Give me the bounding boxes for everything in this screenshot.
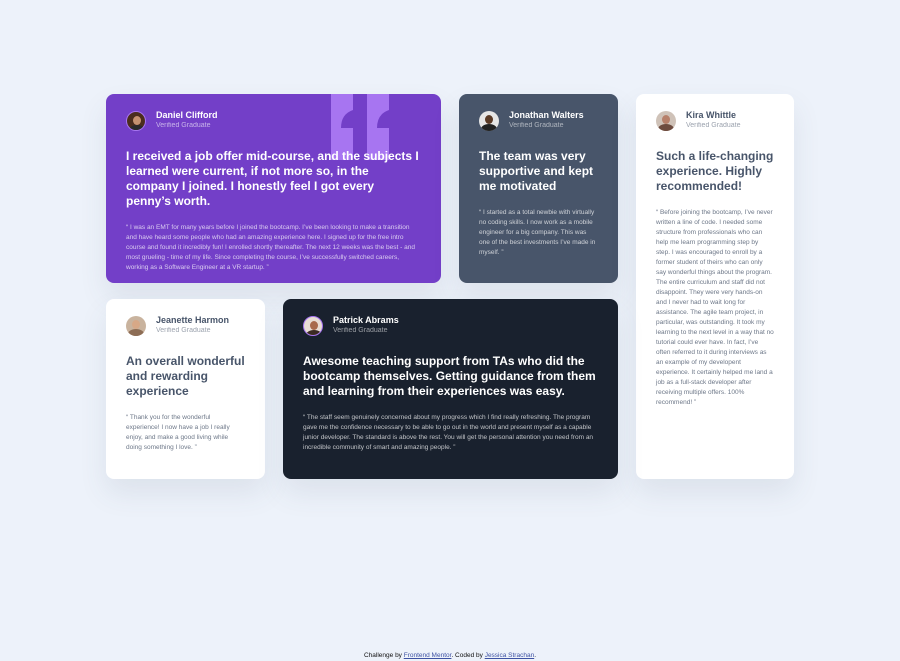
author-name: Patrick Abrams <box>333 315 399 325</box>
author-name: Jonathan Walters <box>509 110 584 120</box>
author-role: Verified Graduate <box>686 122 741 129</box>
frontend-mentor-link[interactable]: Frontend Mentor <box>404 652 452 659</box>
testimonial-header: Daniel Clifford Verified Graduate <box>126 110 421 131</box>
attribution-footer: Challenge by Frontend Mentor. Coded by J… <box>0 652 900 660</box>
attribution-prefix: Challenge by <box>363 652 404 659</box>
testimonial-card-daniel: Daniel Clifford Verified Graduate I rece… <box>106 94 441 283</box>
testimonial-quote: “ Thank you for the wonderful experience… <box>126 414 230 451</box>
testimonial-headline: Such a life-changing experience. Highly … <box>656 149 774 193</box>
testimonial-card-jonathan: Jonathan Walters Verified Graduate The t… <box>459 94 618 283</box>
person-avatar <box>126 315 146 336</box>
author-name: Kira Whittle <box>686 110 737 120</box>
attribution-suffix: . <box>534 652 536 659</box>
testimonials-page: Daniel Clifford Verified Graduate I rece… <box>0 0 900 661</box>
testimonial-header: Kira Whittle Verified Graduate <box>656 110 774 131</box>
testimonial-card-jeanette: Jeanette Harmon Verified Graduate An ove… <box>106 299 265 479</box>
person-avatar <box>303 315 323 336</box>
testimonial-quote: “ I started as a total newbie with virtu… <box>479 209 596 256</box>
testimonial-quote: “ I was an EMT for many years before I j… <box>126 224 415 271</box>
testimonial-card-kira: Kira Whittle Verified Graduate Such a li… <box>636 94 794 479</box>
author-role: Verified Graduate <box>333 327 388 334</box>
author-role: Verified Graduate <box>156 122 211 129</box>
testimonial-quote: “ The staff seem genuinely concerned abo… <box>303 414 594 451</box>
author-name: Daniel Clifford <box>156 110 218 120</box>
testimonial-card-patrick: Patrick Abrams Verified Graduate Awesome… <box>283 299 618 479</box>
author-name: Jeanette Harmon <box>156 315 230 325</box>
person-avatar <box>656 110 676 131</box>
testimonial-headline: The team was very supportive and kept me… <box>479 149 594 193</box>
testimonial-headline: An overall wonderful and rewarding exper… <box>126 354 245 398</box>
attribution-middle: . Coded by <box>451 652 485 659</box>
author-role: Verified Graduate <box>509 122 564 129</box>
person-avatar <box>479 110 499 131</box>
author-link[interactable]: Jessica Strachan <box>485 652 535 659</box>
testimonial-headline: I received a job offer mid-course, and t… <box>126 149 419 208</box>
testimonial-quote: “ Before joining the bootcamp, I’ve neve… <box>656 209 774 406</box>
testimonial-header: Patrick Abrams Verified Graduate <box>303 315 598 336</box>
testimonial-headline: Awesome teaching support from TAs who di… <box>303 354 596 398</box>
author-role: Verified Graduate <box>156 327 211 334</box>
testimonial-header: Jeanette Harmon Verified Graduate <box>126 315 245 336</box>
person-avatar <box>126 110 146 131</box>
testimonial-header: Jonathan Walters Verified Graduate <box>479 110 598 131</box>
